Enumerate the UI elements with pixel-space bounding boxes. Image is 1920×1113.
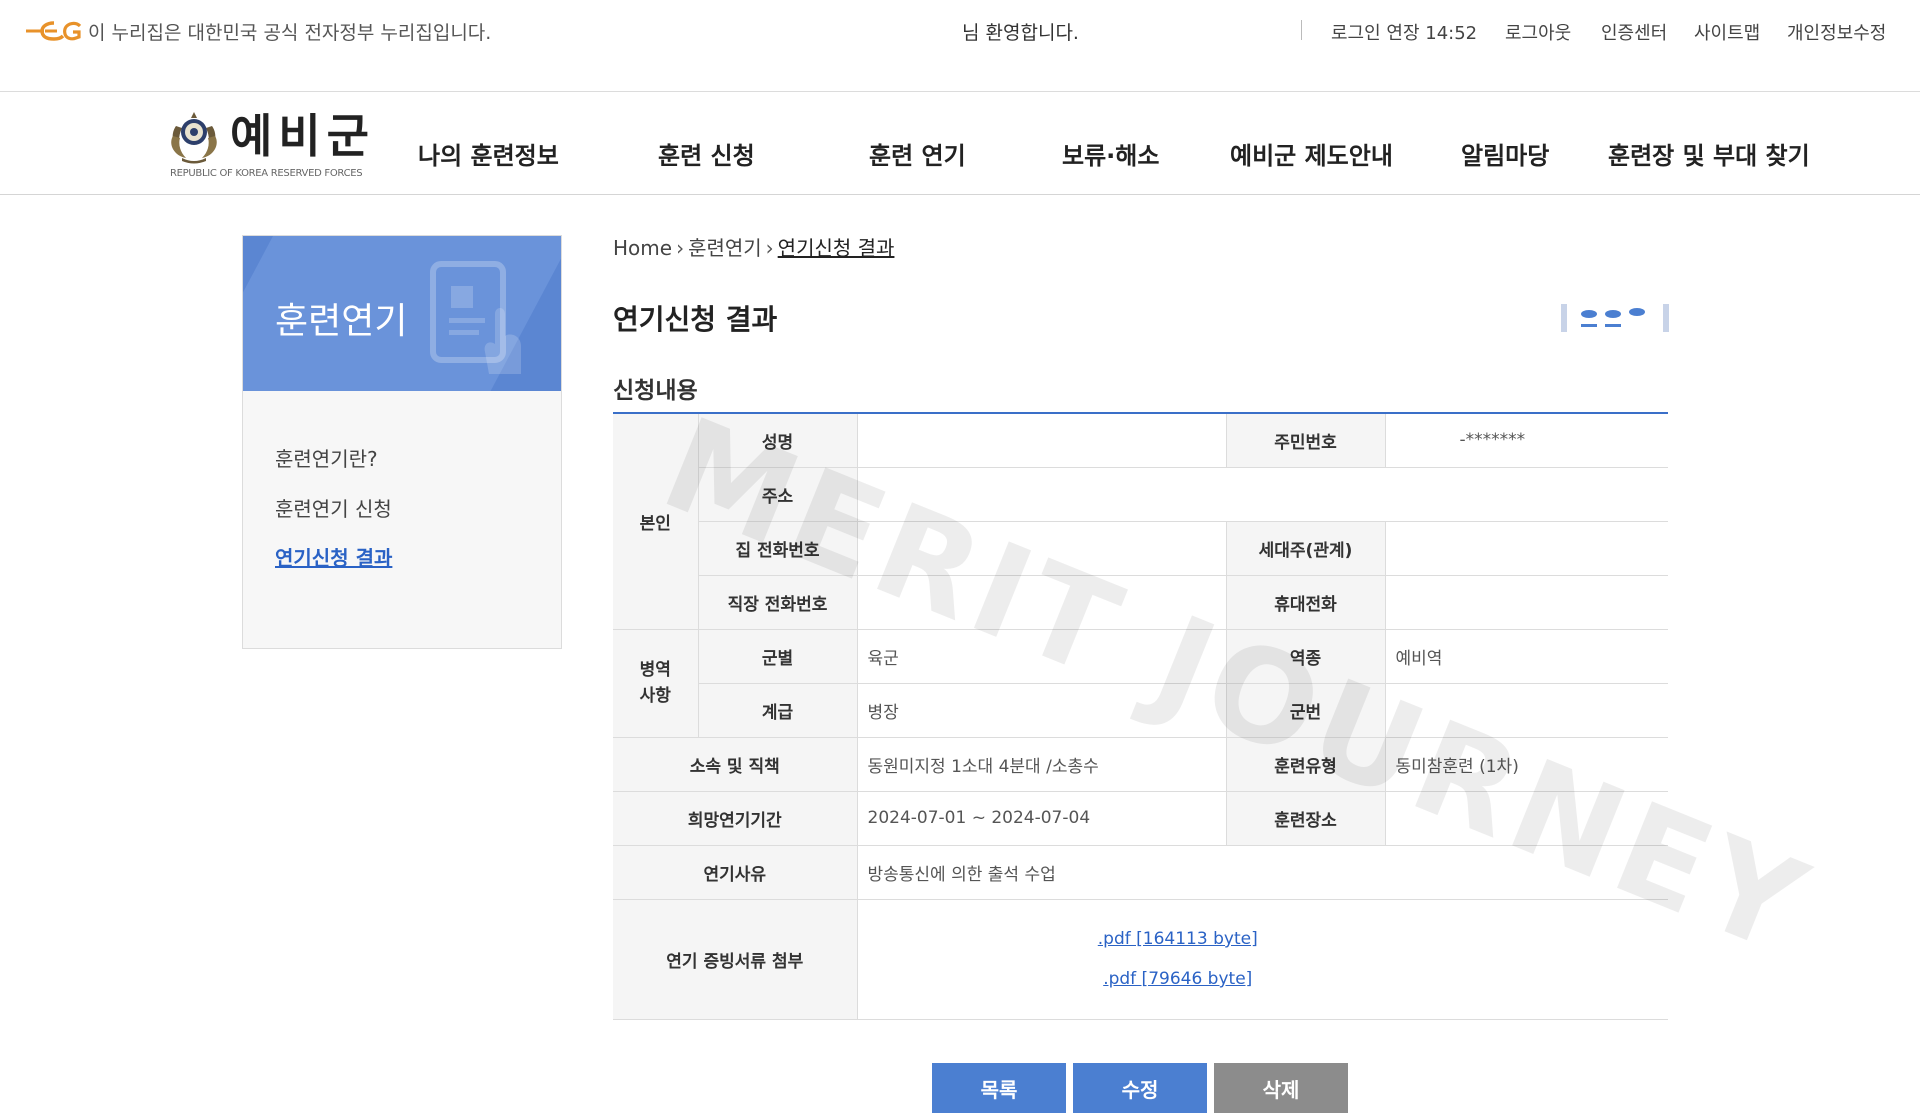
table-row: 본인 성명 주민번호 -******* — [613, 412, 1668, 630]
training-type-label: 훈련유형 — [1225, 737, 1385, 792]
breadcrumb-home[interactable]: Home — [613, 236, 672, 260]
training-location-value — [1384, 791, 1668, 846]
chevron-right-icon: › — [676, 236, 685, 260]
table-row: 직장 전화번호 휴대전화 — [613, 575, 1668, 630]
unit-value: 동원미지정 1소대 4분대 /소총수 — [856, 737, 1226, 792]
work-phone-label: 직장 전화번호 — [697, 575, 857, 630]
util-divider — [1301, 20, 1302, 40]
service-number-label: 군번 — [1225, 683, 1385, 738]
attachment-link[interactable]: .pdf [79646 byte] — [868, 966, 1489, 992]
tablet-hand-icon — [430, 261, 521, 374]
address-label: 주소 — [697, 467, 857, 522]
rank-label: 계급 — [697, 683, 857, 738]
branch-value: 육군 — [856, 629, 1226, 684]
reason-value: 방송통신에 의한 출석 수업 — [856, 845, 1668, 900]
rrn-label: 주민번호 — [1225, 412, 1385, 468]
unit-label: 소속 및 직책 — [613, 737, 857, 792]
left-sidebar: 훈련연기 훈련연기란? 훈련연기 신청 연기신청 결과 — [242, 235, 562, 649]
training-type-value: 동미참훈련 (1차) — [1384, 737, 1668, 792]
home-phone-value — [856, 521, 1226, 576]
sidebar-item-postpone-info[interactable]: 훈련연기란? — [275, 443, 378, 472]
table-row: 연기사유 방송통신에 의한 출석 수업 — [613, 845, 1668, 900]
work-phone-value — [856, 575, 1226, 630]
householder-label: 세대주(관계) — [1225, 521, 1385, 576]
breadcrumb-level1[interactable]: 훈련연기 — [688, 236, 762, 260]
sidebar-item-postpone-apply[interactable]: 훈련연기 신청 — [275, 493, 392, 522]
mobile-label: 휴대전화 — [1225, 575, 1385, 630]
attachments-cell: .pdf [164113 byte] .pdf [79646 byte] — [856, 899, 1668, 1020]
rrn-value: -******* — [1384, 412, 1668, 468]
page-title: 연기신청 결과 — [613, 303, 778, 336]
sidebar-header: 훈련연기 — [243, 236, 561, 391]
householder-value — [1384, 521, 1668, 576]
table-row: 주소 — [613, 467, 1668, 522]
service-type-value: 예비역 — [1384, 629, 1668, 684]
table-row: 집 전화번호 세대주(관계) — [613, 521, 1668, 576]
gnb-system-guide[interactable]: 예비군 제도안내 — [1230, 136, 1393, 171]
gnb-training-postpone[interactable]: 훈련 연기 — [869, 136, 966, 171]
cert-center-link[interactable]: 인증센터 — [1601, 19, 1667, 45]
military-label-line2: 사항 — [639, 686, 671, 706]
reserve-forces-emblem-icon — [171, 112, 217, 164]
edit-button[interactable]: 수정 — [1073, 1063, 1207, 1113]
training-location-label: 훈련장소 — [1225, 791, 1385, 846]
gnb-training-apply[interactable]: 훈련 신청 — [658, 136, 755, 171]
mobile-value — [1384, 575, 1668, 630]
brand-name: 예비군 — [230, 109, 375, 163]
name-label: 성명 — [697, 412, 857, 468]
table-row: 병역 사항 군별 육군 역종 예비역 — [613, 629, 1668, 738]
military-group-label: 병역 사항 — [613, 629, 698, 738]
login-extend-button[interactable]: 로그인 연장 14:52 — [1331, 19, 1477, 45]
table-row: 소속 및 직책 동원미지정 1소대 4분대 /소총수 훈련유형 동미참훈련 (1… — [613, 737, 1668, 792]
sidebar-item-postpone-result[interactable]: 연기신청 결과 — [275, 542, 392, 571]
breadcrumb: Home › 훈련연기 › 연기신청 결과 — [613, 232, 894, 261]
top-utility-bar: 이 누리집은 대한민국 공식 전자정부 누리집입니다. 님 환영합니다. 로그인… — [0, 0, 1920, 62]
breadcrumb-current[interactable]: 연기신청 결과 — [778, 236, 895, 260]
brand-logo[interactable]: 예비군 REPUBLIC OF KOREA RESERVED FORCES — [168, 108, 378, 184]
attachment-link[interactable]: .pdf [164113 byte] — [868, 926, 1489, 952]
service-number-value — [1384, 683, 1668, 738]
welcome-message: 님 환영합니다. — [962, 22, 1079, 44]
table-row: 희망연기기간 2024-07-01 ~ 2024-07-04 훈련장소 — [613, 791, 1668, 846]
period-value: 2024-07-01 ~ 2024-07-04 — [856, 791, 1226, 846]
address-value — [856, 467, 1668, 522]
application-details-table: 본인 성명 주민번호 -******* 주소 집 전화번호 세대주(관계) 직장… — [613, 412, 1668, 1020]
sidebar-title: 훈련연기 — [275, 301, 408, 342]
gnb-deferral[interactable]: 보류·해소 — [1062, 136, 1159, 171]
home-phone-label: 집 전화번호 — [697, 521, 857, 576]
section-title: 신청내용 — [613, 378, 698, 404]
header-divider — [0, 194, 1920, 195]
delete-button[interactable]: 삭제 — [1214, 1063, 1348, 1113]
military-label-line1: 병역 — [639, 660, 671, 680]
list-button[interactable]: 목록 — [932, 1063, 1066, 1113]
rank-value: 병장 — [856, 683, 1226, 738]
sitemap-link[interactable]: 사이트맵 — [1694, 19, 1760, 45]
chevron-right-icon: › — [765, 236, 774, 260]
gov-notice-text: 이 누리집은 대한민국 공식 전자정부 누리집입니다. — [88, 22, 492, 44]
egov-logo-icon — [26, 21, 82, 41]
attachments-label: 연기 증빙서류 첨부 — [613, 899, 857, 1020]
reason-label: 연기사유 — [613, 845, 857, 900]
self-group-label: 본인 — [613, 412, 698, 630]
branch-label: 군별 — [697, 629, 857, 684]
title-decoration-icon — [1561, 304, 1669, 332]
table-row: 계급 병장 군번 — [613, 683, 1668, 738]
gnb-find-training-site[interactable]: 훈련장 및 부대 찾기 — [1608, 136, 1810, 171]
service-type-label: 역종 — [1225, 629, 1385, 684]
edit-profile-link[interactable]: 개인정보수정 — [1787, 19, 1886, 45]
period-label: 희망연기기간 — [613, 791, 857, 846]
gnb-my-training[interactable]: 나의 훈련정보 — [418, 136, 559, 171]
gnb-notice-board[interactable]: 알림마당 — [1461, 136, 1549, 171]
table-row: 연기 증빙서류 첨부 .pdf [164113 byte] .pdf [7964… — [613, 899, 1668, 1020]
top-divider — [0, 91, 1920, 92]
brand-subtitle: REPUBLIC OF KOREA RESERVED FORCES — [170, 168, 363, 179]
name-value — [856, 412, 1226, 468]
logout-link[interactable]: 로그아웃 — [1505, 19, 1571, 45]
